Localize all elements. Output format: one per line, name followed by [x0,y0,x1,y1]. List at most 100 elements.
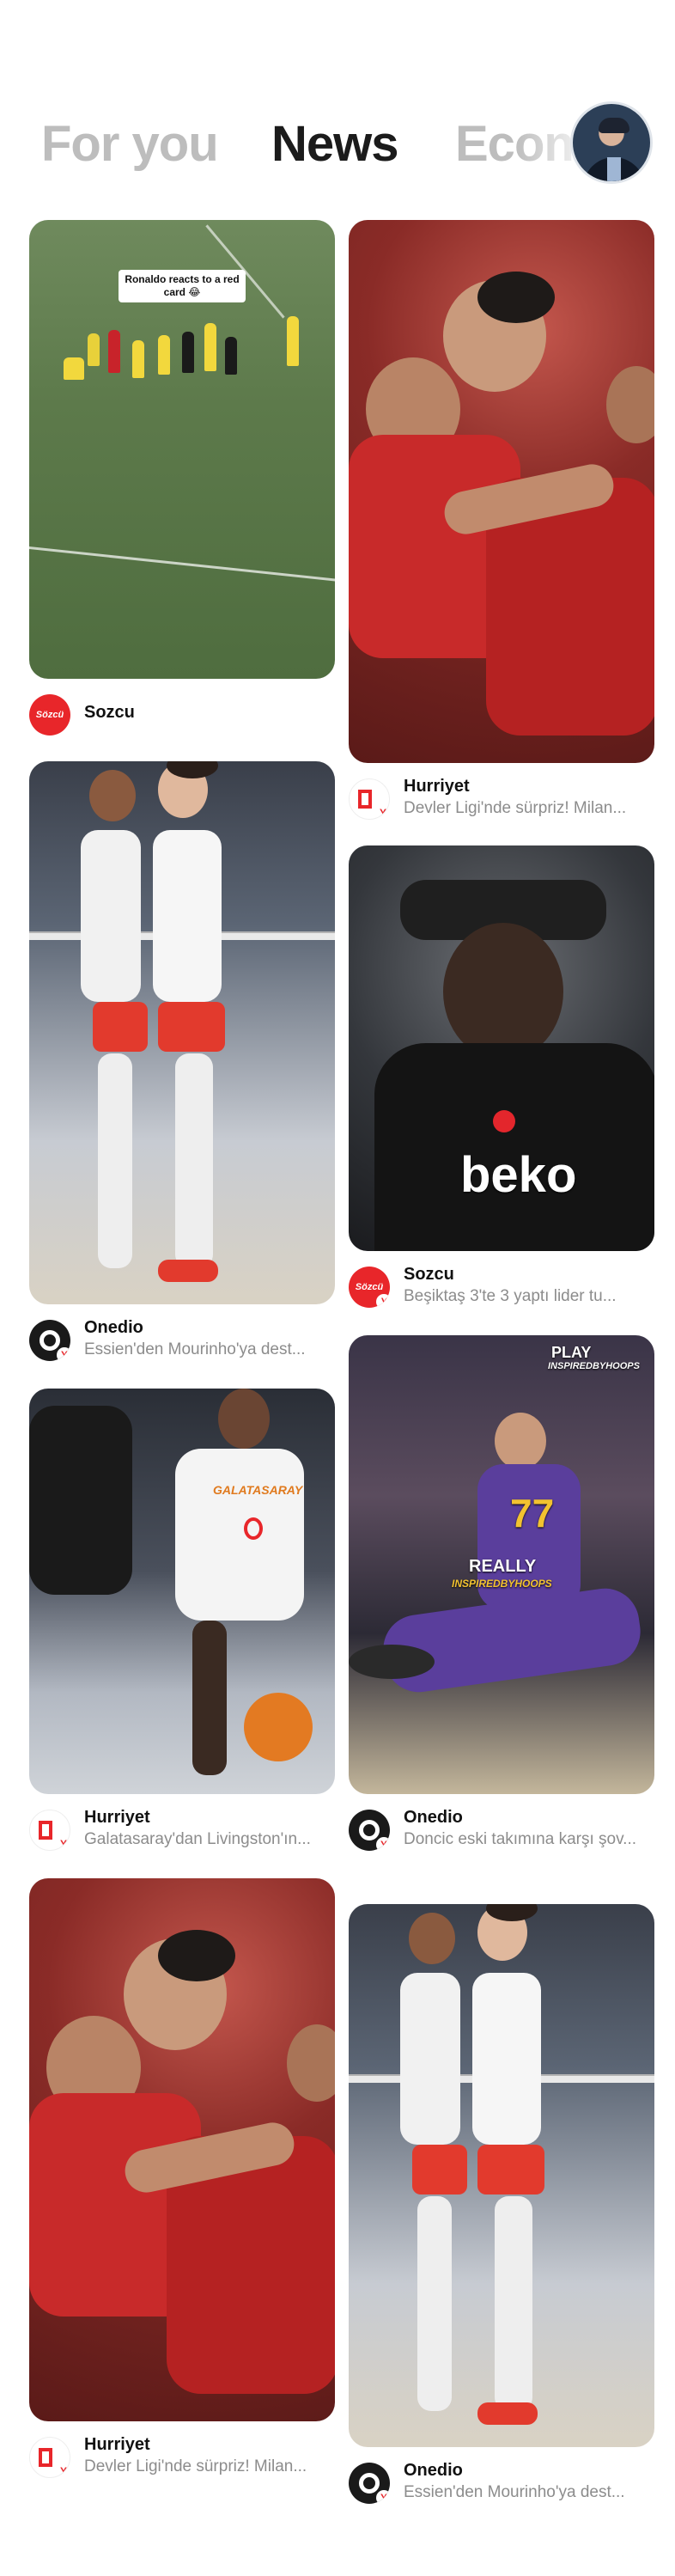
headline: Essien'den Mourinho'ya dest... [404,2483,625,2501]
face [606,366,654,443]
onedio-logo-icon: Y [349,1810,390,1851]
player [158,335,170,375]
news-card[interactable]: Y Onedio Essien'den Mourinho'ya dest... [349,1904,654,2516]
shoe [477,2402,538,2425]
sozcu-logo-icon: Sözcü Y [349,1267,390,1308]
card-meta: Y Hurriyet Devler Ligi'nde sürpriz! Mila… [29,2430,335,2490]
overlay-brand: INSPIREDBYHOOPS [548,1361,640,1371]
legs [379,1584,645,1697]
source-name: Onedio [404,2461,463,2480]
card-meta: Sözcü Sozcu [29,687,335,748]
card-image: beko [349,845,654,1251]
player [287,316,299,366]
shorts [412,2145,467,2194]
jersey [81,830,141,1002]
player [132,340,144,378]
card-meta: Y Hurriyet Devler Ligi'nde sürpriz! Mila… [349,772,654,832]
overlay-brand-2: INSPIREDBYHOOPS [452,1578,552,1590]
news-card[interactable]: GALATASARAY Y Hurriyet Galatasaray'dan L… [29,1389,335,1863]
source-name: Hurriyet [84,1808,150,1827]
face [218,1389,270,1449]
news-card[interactable]: PLAY INSPIREDBYHOOPS 77 REALLY INSPIREDB… [349,1335,654,1863]
image-caption: Ronaldo reacts to a red card 😂 [119,270,246,302]
leg [175,1053,213,1268]
yandex-badge-icon: Y [56,2463,70,2477]
player [204,323,216,371]
player [64,357,84,380]
leg [495,2196,532,2411]
headline: Galatasaray'dan Livingston'ın... [84,1830,311,1848]
news-card[interactable]: Y Hurriyet Devler Ligi'nde sürpriz! Mila… [349,220,654,832]
shorts [158,1002,225,1052]
yandex-badge-icon: Y [57,1347,70,1361]
overlay-play: PLAY [551,1344,592,1361]
face [443,923,563,1060]
leg [417,2196,452,2411]
source-name: Sozcu [84,703,135,722]
yandex-badge-icon: Y [376,1294,390,1308]
shorts [477,2145,544,2194]
card-image [29,1878,335,2421]
yandex-badge-icon: Y [56,1836,70,1850]
card-meta: Y Onedio Essien'den Mourinho'ya dest... [349,2456,654,2516]
face [409,1913,455,1964]
headline: Essien'den Mourinho'ya dest... [84,1340,306,1358]
feed-tabs: For you News Econ [0,101,675,196]
basketball [244,1693,313,1761]
card-image [349,220,654,763]
hurriyet-logo-icon: Y [29,2437,70,2478]
yandex-badge-icon: Y [375,805,389,819]
hair [477,272,555,323]
hurriyet-logo-icon: Y [29,1810,70,1851]
card-image: PLAY INSPIREDBYHOOPS 77 REALLY INSPIREDB… [349,1335,654,1794]
headline: Devler Ligi'nde sürpriz! Milan... [84,2457,307,2475]
source-name: Sozcu [404,1265,454,1284]
badge [493,1110,515,1132]
shoe [158,1260,218,1282]
sozcu-logo-icon: Sözcü [29,694,70,736]
pitch-line [29,545,335,585]
player [88,333,100,366]
jersey [472,1973,541,2145]
avatar-shirt [607,157,621,181]
news-card[interactable]: Y Hurriyet Devler Ligi'nde sürpriz! Mila… [29,1878,335,2490]
opponent [29,1406,132,1595]
leg [98,1053,132,1268]
avatar-hair [599,118,629,133]
card-meta: Sözcü Y Sozcu Beşiktaş 3'te 3 yaptı lide… [349,1260,654,1320]
hair [158,1930,235,1981]
card-meta: Y Onedio Essien'den Mourinho'ya dest... [29,1313,335,1373]
jersey-number [244,1517,263,1540]
overlay-really: REALLY [469,1557,537,1576]
source-name: Hurriyet [404,777,470,796]
jersey [175,1449,304,1621]
referee [225,337,237,375]
news-card[interactable]: beko Sözcü Y Sozcu Beşiktaş 3'te 3 yaptı… [349,845,654,1320]
card-image: Ronaldo reacts to a red card 😂 [29,220,335,679]
face [287,2024,335,2102]
yandex-badge-icon: Y [376,1837,390,1851]
jersey [400,1973,460,2145]
source-name: Hurriyet [84,2435,150,2454]
headline: Devler Ligi'nde sürpriz! Milan... [404,799,627,817]
tab-for-you[interactable]: For you [41,115,219,173]
profile-avatar[interactable] [570,101,653,184]
source-name: Onedio [84,1318,143,1337]
tab-news[interactable]: News [271,115,399,173]
card-image: GALATASARAY [29,1389,335,1794]
news-card[interactable]: Y Onedio Essien'den Mourinho'ya dest... [29,761,335,1373]
card-image [29,761,335,1304]
shorts [93,1002,148,1052]
card-image [349,1904,654,2447]
yandex-badge-icon: Y [376,2490,390,2504]
hurriyet-logo-icon: Y [349,778,390,820]
onedio-logo-icon: Y [349,2463,390,2504]
news-card[interactable]: Ronaldo reacts to a red card 😂 Sözcü Soz… [29,220,335,748]
headline: Beşiktaş 3'te 3 yaptı lider tu... [404,1287,617,1305]
card-meta: Y Onedio Doncic eski takımına karşı şov.… [349,1803,654,1863]
headline: Doncic eski takımına karşı şov... [404,1830,637,1848]
jersey-number: 77 [510,1491,555,1535]
source-name: Onedio [404,1808,463,1827]
face [89,770,136,821]
face [495,1413,546,1469]
